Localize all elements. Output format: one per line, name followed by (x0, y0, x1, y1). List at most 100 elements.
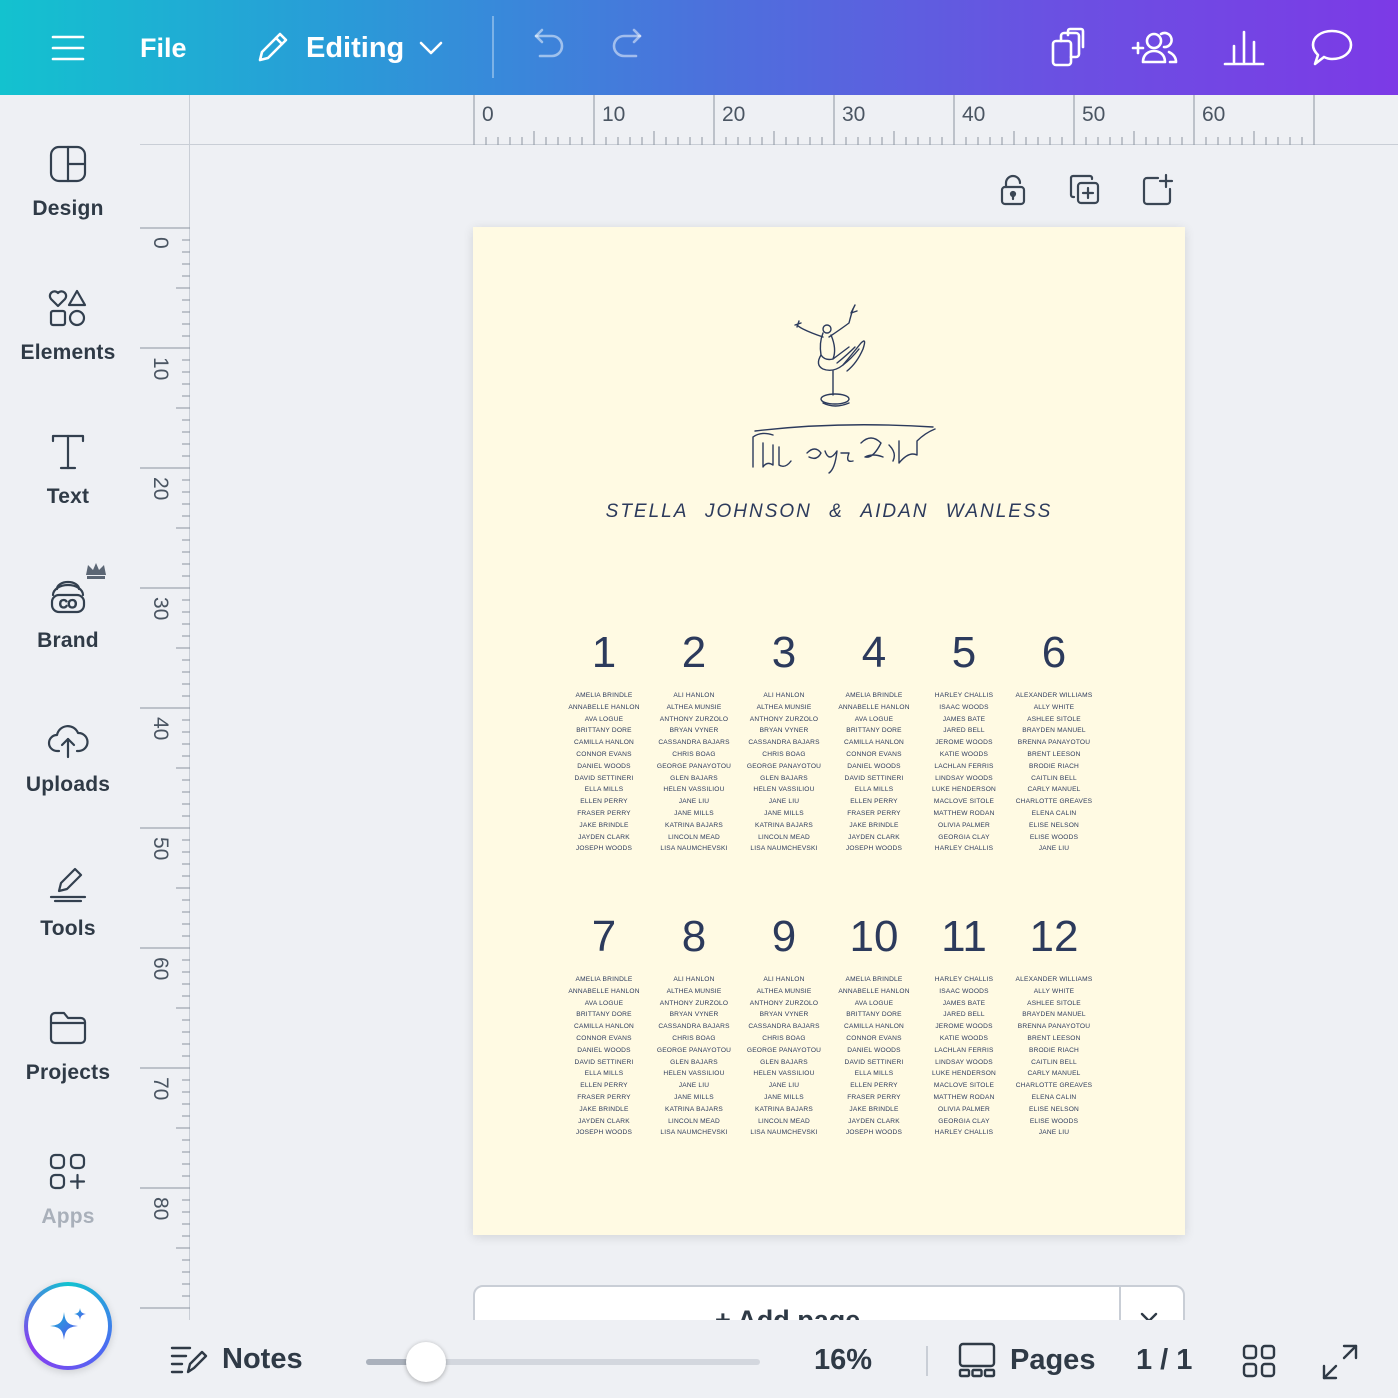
guest-name: CARLY MANUEL (1027, 786, 1081, 794)
guest-name: HELEN VASSILIOU (753, 1070, 815, 1078)
guest-list: HARLEY CHALLIS ISAAC WOODS JAMES BATE JARED… (914, 974, 1014, 1139)
share-button[interactable] (1128, 20, 1184, 76)
main-menu-button[interactable] (40, 20, 96, 76)
pages-button[interactable]: Pages (958, 1342, 1095, 1378)
table-column: 5 HARLEY CHALLIS ISAAC WOODS JAMES BATE JARE… (914, 625, 1014, 855)
comment-button[interactable] (1304, 20, 1360, 76)
guest-name: KATRINA BAJARS (754, 821, 813, 829)
guest-name: HELEN VASSILIOU (663, 786, 725, 794)
table-column: 10 AMELIA BRINDLE ANNABELLE HANLON AVA LOGU… (824, 909, 924, 1139)
svg-text:CO: CO (59, 597, 77, 611)
editing-mode-dropdown[interactable]: Editing (252, 20, 444, 76)
sidebar-item-brand[interactable]: CO Brand (0, 575, 136, 695)
sidebar-item-design[interactable]: Design (0, 143, 136, 263)
guest-name: ALLY WHITE (1033, 987, 1075, 995)
sidebar-label-apps: Apps (41, 1205, 95, 1228)
guest-name: HELEN VASSILIOU (753, 786, 815, 794)
comment-icon (1311, 29, 1353, 66)
guest-name: ELISE NELSON (1028, 1105, 1080, 1113)
add-page-top-button[interactable] (1137, 170, 1177, 210)
guest-name: BRAYDEN MANUEL (1022, 1011, 1086, 1019)
chevron-down-icon[interactable] (1139, 1311, 1159, 1320)
table-column: 9 ALI HANLON ALTHEA MUNSIE ANTHONY ZURZOLO B… (734, 909, 834, 1139)
resize-button[interactable] (1042, 20, 1094, 76)
notes-button[interactable]: Notes (170, 1342, 303, 1376)
undo-icon (534, 28, 564, 58)
guest-name: FRASER PERRY (847, 1093, 901, 1101)
file-menu-button[interactable]: File (140, 26, 187, 70)
guest-name: AMELIA BRINDLE (575, 692, 633, 699)
table-number: 3 (771, 628, 797, 677)
page-counter[interactable]: 1 / 1 (1136, 1344, 1192, 1377)
duplicate-page-icon (1069, 174, 1100, 205)
table-number: 2 (681, 628, 707, 677)
table-column: 11 HARLEY CHALLIS ISAAC WOODS JAMES BATE JAR… (914, 909, 1014, 1139)
guest-name: ELLEN PERRY (580, 1082, 628, 1090)
grid-view-button[interactable] (1242, 1344, 1276, 1378)
table-number: 12 (1029, 912, 1079, 961)
duplicate-page-button[interactable] (1065, 170, 1105, 210)
insights-button[interactable] (1216, 20, 1272, 76)
undo-button[interactable] (520, 20, 572, 72)
upload-cloud-icon (47, 725, 89, 759)
lock-page-button[interactable] (993, 170, 1033, 210)
guest-name: CHARLOTTE GREAVES (1015, 1082, 1093, 1090)
guest-name: ANTHONY ZURZOLO (749, 999, 819, 1007)
guest-name: ELENA CALIN (1031, 809, 1077, 817)
guest-name: LUKE HENDERSON (932, 1070, 996, 1078)
guest-name: MATTHEW RODAN (933, 809, 995, 817)
magic-assistant-button[interactable] (24, 1282, 112, 1370)
guest-name: KATRINA BAJARS (754, 1105, 813, 1113)
guest-name: AVA LOGUE (584, 999, 624, 1007)
apps-grid-icon (49, 1153, 86, 1190)
design-page-seating-chart[interactable]: STELLA JOHNSON & AIDAN WANLESS 1 AMELIA B… (473, 227, 1185, 1235)
ruler-label: 70 (149, 1077, 172, 1101)
table-number: 6 (1041, 628, 1067, 677)
guest-list: ALEXANDER WILLIAMS ALLY WHITE ASHLEE SITOL… (1004, 974, 1104, 1139)
sidebar-item-text[interactable]: Text (0, 431, 136, 551)
notes-icon (170, 1346, 208, 1374)
guest-name: KATRINA BAJARS (664, 1105, 723, 1113)
guest-name: ALI HANLON (763, 976, 805, 983)
guest-name: LACHLAN FERRIS (934, 1046, 994, 1054)
fullscreen-button[interactable] (1322, 1344, 1358, 1380)
sidebar-item-uploads[interactable]: Uploads (0, 719, 136, 839)
sidebar-item-elements[interactable]: Elements (0, 287, 136, 407)
guest-name: JANE LIU (1038, 845, 1070, 853)
ruler-label: 40 (962, 103, 986, 126)
guest-name: LINCOLN MEAD (668, 1117, 720, 1125)
guest-name: ANTHONY ZURZOLO (659, 715, 729, 723)
guest-name: JAKE BRINDLE (579, 1105, 629, 1113)
couple-names: STELLA JOHNSON & AIDAN WANLESS (605, 501, 1053, 522)
pages-icon (958, 1342, 996, 1378)
guest-name: JAYDEN CLARK (578, 833, 630, 841)
guest-name: CAITLIN BELL (1031, 1058, 1077, 1066)
guest-name: BRITTANY DORE (576, 727, 632, 735)
guest-name: ISAAC WOODS (939, 987, 989, 995)
table-number: 1 (591, 628, 617, 677)
ruler-label: 80 (149, 1197, 172, 1221)
guest-name: CHRIS BOAG (762, 750, 806, 758)
grid-view-icon (1242, 1344, 1276, 1378)
sidebar-item-projects[interactable]: Projects (0, 1007, 136, 1127)
guest-name: BRENNA PANAYOTOU (1017, 1023, 1091, 1031)
sidebar-item-tools[interactable]: Tools (0, 863, 136, 983)
canvas-workspace: STELLA JOHNSON & AIDAN WANLESS 1 AMELIA B… (190, 145, 1398, 1320)
guest-name: LUKE HENDERSON (932, 786, 996, 794)
guest-name: DAVID SETTINERI (574, 1058, 634, 1066)
guest-name: ANTHONY ZURZOLO (659, 999, 729, 1007)
zoom-level[interactable]: 16% (814, 1344, 872, 1377)
chevron-down-icon (419, 41, 443, 55)
top-toolbar: File Editing (0, 0, 1398, 95)
guest-name: BRENT LEESON (1027, 750, 1081, 758)
guest-name: ELISE WOODS (1029, 1117, 1079, 1125)
guest-name: GEORGE PANAYOTOU (746, 762, 822, 770)
guest-name: ALTHEA MUNSIE (756, 987, 812, 995)
sidebar-item-apps[interactable]: Apps (0, 1151, 136, 1271)
zoom-slider-thumb[interactable] (406, 1342, 446, 1382)
ruler-label: 50 (149, 837, 172, 861)
guest-name: GEORGE PANAYOTOU (656, 1046, 732, 1054)
add-page-button[interactable]: + Add page (473, 1285, 1185, 1320)
redo-button[interactable] (604, 20, 656, 72)
guest-name: JAMES BATE (942, 715, 986, 723)
